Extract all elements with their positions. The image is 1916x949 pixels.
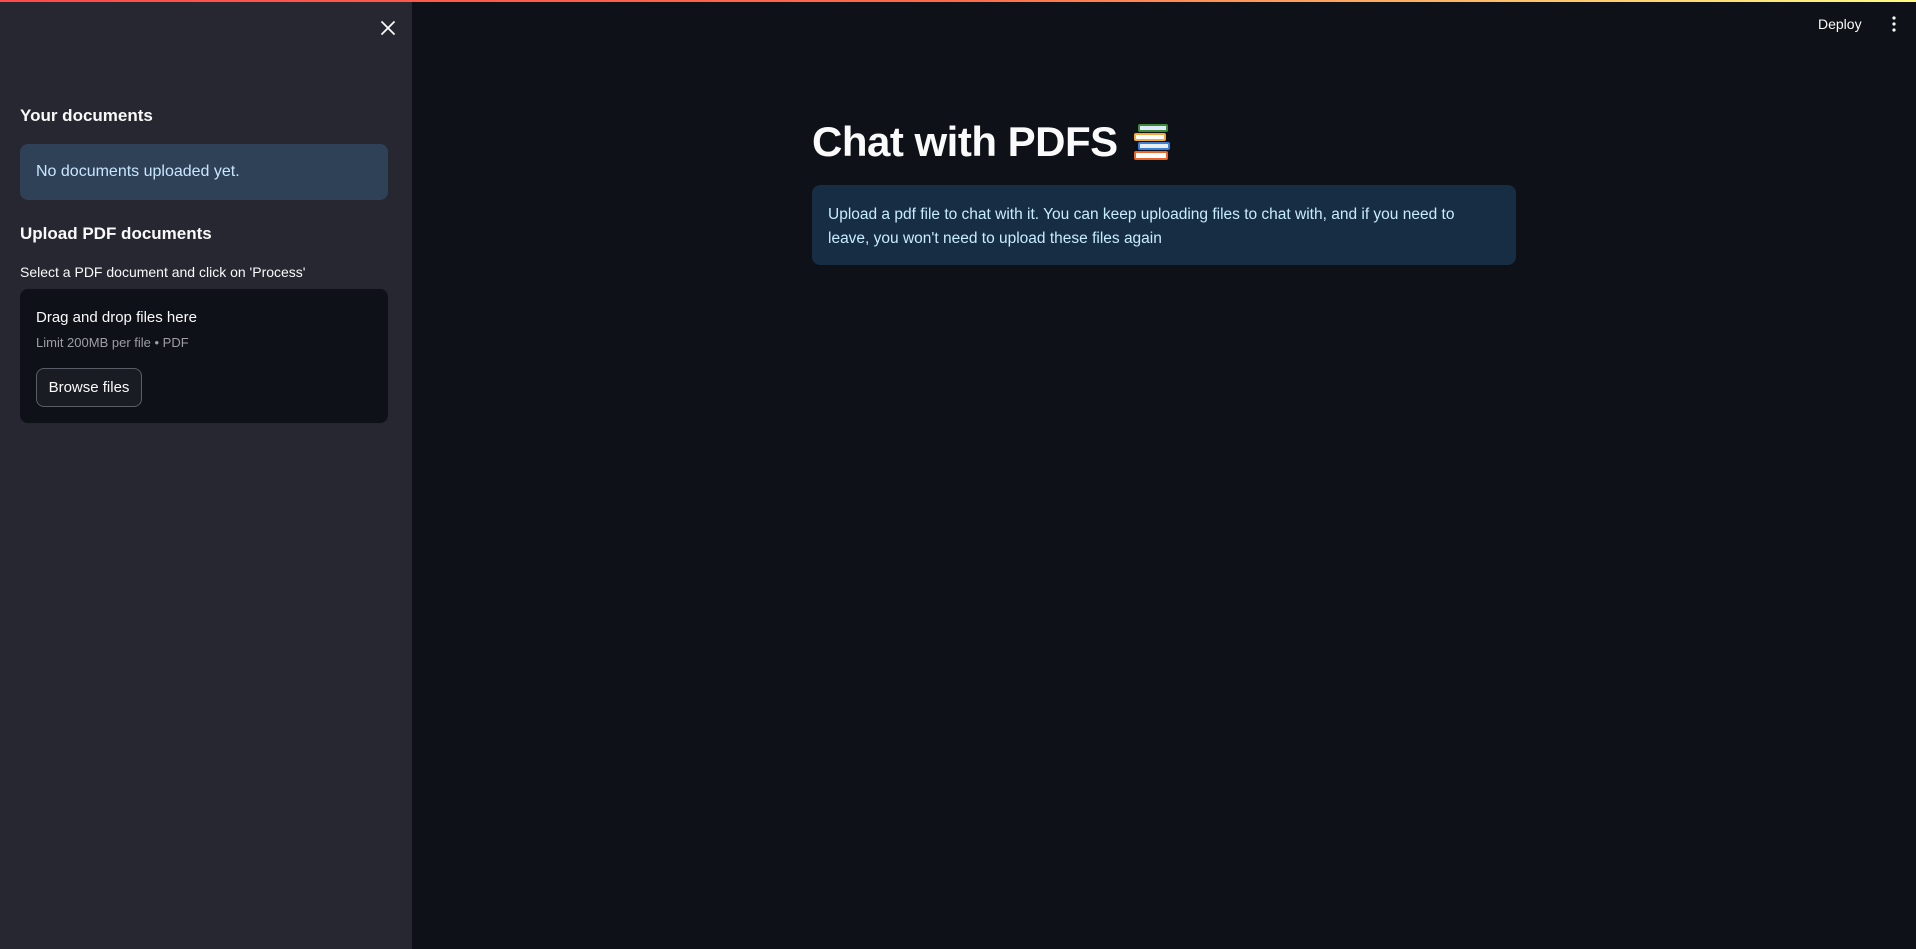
close-sidebar-button[interactable] <box>376 16 400 40</box>
info-message-box: Upload a pdf file to chat with it. You c… <box>812 185 1516 265</box>
documents-heading: Your documents <box>20 106 153 125</box>
main-menu-button[interactable] <box>1884 12 1904 36</box>
dropzone-title: Drag and drop files here <box>36 309 197 326</box>
top-decoration-bar <box>0 0 1916 2</box>
deploy-button[interactable]: Deploy <box>1818 13 1862 35</box>
upload-heading: Upload PDF documents <box>20 224 212 243</box>
documents-status-text: No documents uploaded yet. <box>36 163 240 180</box>
upload-caption: Select a PDF document and click on 'Proc… <box>20 264 306 280</box>
dropzone-limit: Limit 200MB per file • PDF <box>36 335 189 350</box>
books-icon <box>1130 122 1174 162</box>
page-title: Chat with PDFS <box>812 114 1174 170</box>
sidebar: Your documents No documents uploaded yet… <box>0 0 412 949</box>
browse-files-button[interactable]: Browse files <box>36 368 142 407</box>
documents-status-box: No documents uploaded yet. <box>20 144 388 200</box>
kebab-menu-icon <box>1892 16 1896 32</box>
info-message-text: Upload a pdf file to chat with it. You c… <box>828 206 1455 247</box>
close-icon <box>381 21 395 35</box>
file-dropzone[interactable]: Drag and drop files here Limit 200MB per… <box>20 289 388 423</box>
page-title-text: Chat with PDFS <box>812 118 1118 165</box>
